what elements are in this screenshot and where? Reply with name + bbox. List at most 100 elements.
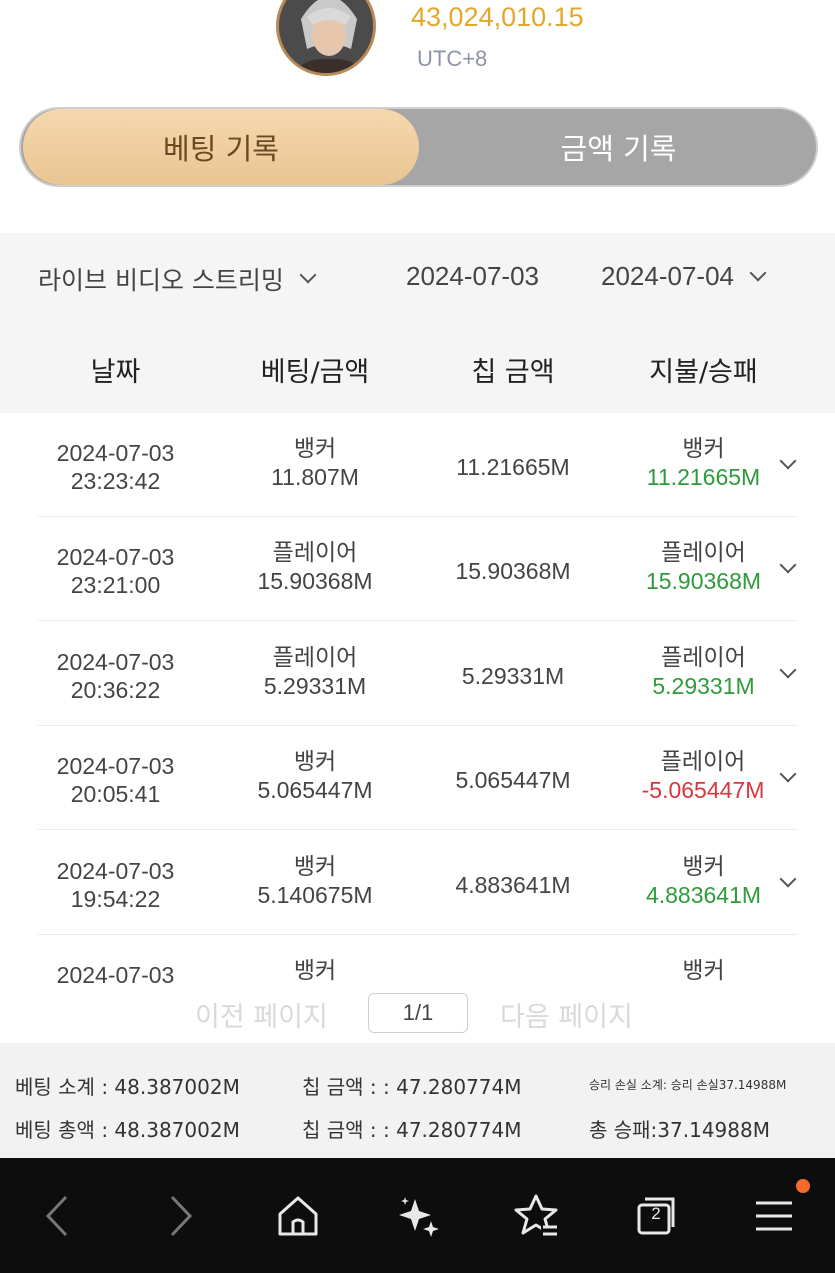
winloss-subtotal: 승리 손실 소계: 승리 손실37.14988M: [589, 1078, 787, 1092]
date-to-picker[interactable]: 2024-07-04: [601, 261, 767, 292]
menu-icon[interactable]: [744, 1186, 804, 1246]
row-result-type: 뱅커: [682, 958, 725, 983]
row-chip: 15.90368M: [455, 558, 571, 584]
chip-total: 칩 금액 : : 47.280774M: [302, 1118, 522, 1142]
row-bet-type: 뱅커: [293, 749, 337, 775]
timezone-label: UTC+8: [417, 46, 488, 71]
browser-nav-bar: 2: [0, 1158, 835, 1273]
row-bet-amount: 15.90368M: [257, 568, 373, 594]
row-time: 23:21:00: [70, 572, 161, 598]
row-date: 2024-07-03: [56, 440, 175, 466]
row-date: 2024-07-03: [56, 649, 175, 675]
row-bet: 플레이어 15.90368M: [220, 539, 410, 595]
row-bet-amount: 5.29331M: [263, 673, 367, 699]
forward-icon[interactable]: [150, 1186, 210, 1246]
table-row[interactable]: 2024-07-03 23:23:42 뱅커 11.807M 11.21665M…: [38, 413, 798, 517]
row-bet-type: 뱅커: [293, 958, 337, 983]
column-header-bet: 베팅/금액: [260, 357, 370, 388]
row-chip: 11.21665M: [456, 454, 570, 480]
balance-amount: 43,024,010.15: [411, 2, 584, 32]
row-date: 2024-07-03: [56, 544, 175, 570]
row-result-type: 뱅커: [682, 854, 725, 880]
notification-dot: [796, 1179, 810, 1193]
date-from-picker[interactable]: 2024-07-03: [406, 261, 539, 292]
tab-bet-record[interactable]: 베팅 기록: [23, 109, 419, 185]
column-header-date: 날짜: [90, 357, 141, 388]
tabs-icon[interactable]: 2: [626, 1186, 686, 1246]
row-datetime: 2024-07-03 23:21:00: [38, 543, 193, 599]
sparkle-icon[interactable]: [388, 1186, 448, 1246]
row-datetime: 2024-07-03: [38, 961, 193, 983]
pagination: 이전 페이지 1/1 다음 페이지: [0, 983, 835, 1043]
row-bet: 플레이어 5.29331M: [220, 644, 410, 700]
row-result-type: 플레이어: [661, 540, 746, 566]
record-tabs: 베팅 기록 금액 기록: [19, 107, 818, 187]
date-to-value: 2024-07-04: [601, 261, 734, 291]
tab-amount-record[interactable]: 금액 기록: [421, 109, 816, 185]
date-from-value: 2024-07-03: [406, 261, 539, 291]
row-result-type: 플레이어: [660, 749, 746, 775]
category-label: 라이브 비디오 스트리밍: [38, 266, 284, 295]
row-payout: 플레이어 15.90368M: [621, 539, 786, 595]
row-bet-type: 플레이어: [272, 540, 358, 566]
row-date: 2024-07-03: [56, 962, 175, 983]
row-result-amount: 4.883641M: [645, 882, 762, 908]
row-bet-type: 플레이어: [272, 645, 358, 671]
row-result-amount: 5.29331M: [652, 673, 755, 699]
chip-subtotal: 칩 금액 : : 47.280774M: [302, 1075, 522, 1099]
row-result-amount: -5.065447M: [641, 777, 765, 803]
table-row[interactable]: 2024-07-03 23:21:00 플레이어 15.90368M 15.90…: [38, 517, 798, 621]
chevron-down-icon: [299, 266, 317, 284]
row-time: 20:36:22: [70, 677, 161, 703]
tab-count: 2: [651, 1204, 661, 1223]
row-bet: 뱅커: [220, 957, 410, 983]
chevron-down-icon: [749, 264, 767, 281]
avatar[interactable]: [276, 0, 376, 76]
page-indicator[interactable]: 1/1: [368, 993, 468, 1033]
row-bet: 뱅커 5.065447M: [220, 748, 410, 804]
expand-chevron-icon[interactable]: [779, 765, 797, 783]
row-time: 20:05:41: [70, 781, 161, 807]
row-bet-amount: 5.140675M: [257, 882, 373, 908]
table-row[interactable]: 2024-07-03 19:54:22 뱅커 5.140675M 4.88364…: [38, 831, 798, 935]
summary-panel: 베팅 소계 : 48.387002M 칩 금액 : : 47.280774M 승…: [0, 1043, 835, 1158]
row-result-type: 플레이어: [661, 645, 746, 671]
home-icon[interactable]: [268, 1186, 328, 1246]
row-result-amount: 11.21665M: [646, 464, 761, 490]
filter-bar: 라이브 비디오 스트리밍 2024-07-03 2024-07-04 날짜 베팅…: [0, 233, 835, 413]
row-payout: 플레이어 -5.065447M: [628, 748, 778, 804]
table-row[interactable]: 2024-07-03 뱅커 뱅커: [38, 935, 798, 983]
row-bet-type: 뱅커: [293, 854, 337, 880]
column-header-payout: 지불/승패: [649, 357, 758, 388]
row-datetime: 2024-07-03 20:36:22: [38, 648, 193, 704]
row-payout: 뱅커 11.21665M: [621, 435, 786, 491]
row-chip: 5.29331M: [461, 663, 565, 689]
profile-header: 43,024,010.15 UTC+8: [0, 0, 835, 100]
bet-total: 베팅 총액 : 48.387002M: [15, 1118, 240, 1142]
bet-subtotal: 베팅 소계 : 48.387002M: [15, 1075, 240, 1099]
category-dropdown[interactable]: 라이브 비디오 스트리밍: [38, 261, 317, 297]
next-page-button[interactable]: 다음 페이지: [500, 995, 633, 1034]
row-result-type: 뱅커: [682, 436, 725, 462]
table-row[interactable]: 2024-07-03 20:05:41 뱅커 5.065447M 5.06544…: [38, 726, 798, 830]
row-date: 2024-07-03: [56, 858, 175, 884]
row-result-amount: 15.90368M: [645, 568, 762, 594]
back-icon[interactable]: [28, 1186, 88, 1246]
prev-page-button[interactable]: 이전 페이지: [195, 995, 328, 1034]
winloss-total: 총 승패:37.14988M: [589, 1118, 770, 1142]
row-date: 2024-07-03: [56, 753, 175, 779]
row-bet-type: 뱅커: [293, 436, 337, 462]
row-bet: 뱅커 11.807M: [220, 435, 410, 491]
row-datetime: 2024-07-03 19:54:22: [38, 857, 193, 913]
row-time: 23:23:42: [70, 468, 161, 494]
row-chip: 5.065447M: [455, 767, 571, 793]
row-datetime: 2024-07-03 20:05:41: [38, 752, 193, 808]
row-bet: 뱅커 5.140675M: [220, 853, 410, 909]
table-row[interactable]: 2024-07-03 20:36:22 플레이어 5.29331M 5.2933…: [38, 622, 798, 726]
row-payout: 뱅커: [621, 957, 786, 983]
row-datetime: 2024-07-03 23:23:42: [38, 439, 193, 495]
row-payout: 플레이어 5.29331M: [621, 644, 786, 700]
bookmark-star-icon[interactable]: [506, 1186, 566, 1246]
row-payout: 뱅커 4.883641M: [621, 853, 786, 909]
row-chip: 4.883641M: [455, 872, 571, 898]
